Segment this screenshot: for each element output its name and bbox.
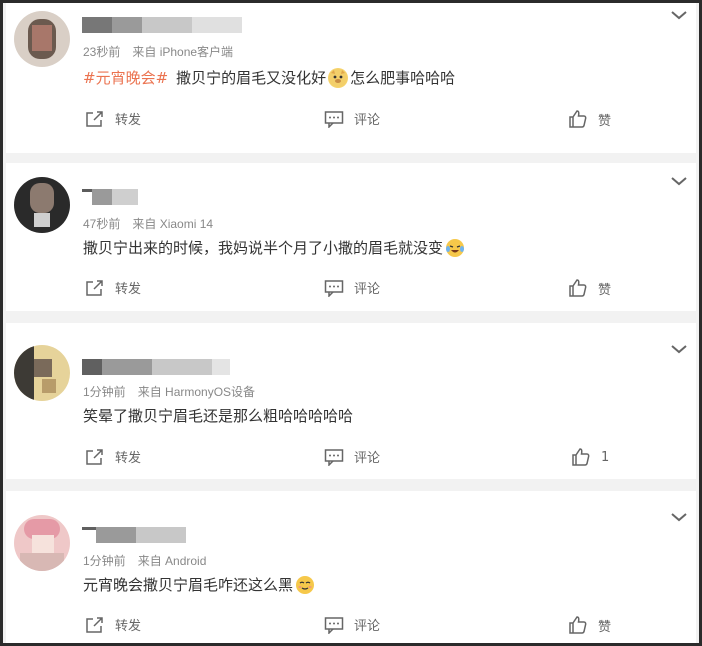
comment-label: 评论: [354, 451, 381, 466]
chevron-down-icon[interactable]: [670, 343, 688, 355]
comment-feed: 23秒前 来自 iPhone客户端 #元宵晚会# 撒贝宁的眉毛又没化好 怎么肥事哈…: [0, 0, 702, 646]
repost-label: 转发: [115, 619, 142, 634]
chevron-down-icon[interactable]: [670, 9, 688, 21]
comment-icon: [324, 448, 344, 466]
comment-meta: 1分钟前 来自 HarmonyOS设备: [83, 383, 255, 400]
comment-label: 评论: [354, 282, 381, 297]
repost-label: 转发: [115, 113, 142, 128]
timestamp: 1分钟前: [83, 554, 126, 568]
comment-text-part: 笑晕了撒贝宁眉毛还是那么粗哈哈哈哈哈: [83, 407, 354, 425]
like-count: 赞: [598, 113, 612, 129]
source: 来自 Xiaomi 14: [132, 217, 214, 231]
comment-icon: [324, 110, 344, 128]
comment-text-part: 怎么肥事哈哈哈: [350, 69, 456, 87]
comment-button[interactable]: 评论: [324, 278, 380, 297]
timestamp: 47秒前: [83, 217, 121, 231]
repost-icon: [86, 448, 103, 465]
comment-card: 1分钟前 来自 Android 元宵晚会撒贝宁眉毛咋还这么黑 转发 评论 赞: [6, 491, 696, 643]
chevron-down-icon[interactable]: [670, 511, 688, 523]
username-blurred[interactable]: [82, 359, 230, 375]
comment-text: 元宵晚会撒贝宁眉毛咋还这么黑: [83, 574, 317, 595]
username-blurred[interactable]: [82, 527, 186, 543]
like-button[interactable]: 赞: [568, 615, 611, 635]
repost-button[interactable]: 转发: [85, 109, 141, 128]
action-bar: 转发 评论 赞: [6, 109, 696, 131]
comment-meta: 23秒前 来自 iPhone客户端: [83, 43, 233, 60]
like-count: 赞: [598, 282, 612, 298]
comment-text: 笑晕了撒贝宁眉毛还是那么粗哈哈哈哈哈: [83, 405, 353, 426]
avatar[interactable]: [14, 11, 70, 67]
comment-meta: 1分钟前 来自 Android: [83, 552, 206, 569]
avatar[interactable]: [14, 515, 70, 571]
timestamp: 1分钟前: [83, 385, 126, 399]
repost-label: 转发: [115, 451, 142, 466]
smirk-emoji-icon: [295, 575, 315, 595]
repost-icon: [86, 279, 103, 296]
comment-text-part: 撒贝宁出来的时候，我妈说半个月了小撒的眉毛就没变: [83, 239, 444, 257]
action-bar: 转发 评论 赞: [6, 615, 696, 637]
comment-button[interactable]: 评论: [324, 447, 380, 466]
chevron-down-icon[interactable]: [670, 175, 688, 187]
comment-button[interactable]: 评论: [324, 109, 380, 128]
action-bar: 转发 评论 赞: [6, 278, 696, 300]
thumbs-up-icon: [569, 110, 587, 128]
comment-card: 47秒前 来自 Xiaomi 14 撒贝宁出来的时候，我妈说半个月了小撒的眉毛就没…: [6, 163, 696, 311]
comment-text-part: 元宵晚会撒贝宁眉毛咋还这么黑: [83, 576, 294, 594]
repost-label: 转发: [115, 282, 142, 297]
comment-text: #元宵晚会# 撒贝宁的眉毛又没化好 怎么肥事哈哈哈: [83, 67, 455, 88]
avatar[interactable]: [14, 345, 70, 401]
topic-link[interactable]: #元宵晚会#: [83, 67, 168, 88]
comment-card: 1分钟前 来自 HarmonyOS设备 笑晕了撒贝宁眉毛还是那么粗哈哈哈哈哈 转发…: [6, 323, 696, 479]
thumbs-up-icon: [569, 279, 587, 297]
doge-emoji-icon: [328, 67, 349, 88]
repost-button[interactable]: 转发: [85, 447, 141, 466]
like-count: 1: [601, 449, 610, 465]
comment-icon: [324, 616, 344, 634]
username-blurred[interactable]: [82, 189, 138, 205]
comment-text-part: 撒贝宁的眉毛又没化好: [176, 69, 327, 87]
comment-text: 撒贝宁出来的时候，我妈说半个月了小撒的眉毛就没变: [83, 237, 467, 258]
comment-label: 评论: [354, 113, 381, 128]
action-bar: 转发 评论 1: [6, 447, 696, 469]
comment-meta: 47秒前 来自 Xiaomi 14: [83, 215, 213, 232]
avatar[interactable]: [14, 177, 70, 233]
like-button[interactable]: 赞: [568, 278, 611, 298]
repost-button[interactable]: 转发: [85, 615, 141, 634]
username-blurred[interactable]: [82, 17, 242, 33]
comment-button[interactable]: 评论: [324, 615, 380, 634]
repost-button[interactable]: 转发: [85, 278, 141, 297]
source: 来自 HarmonyOS设备: [137, 385, 256, 399]
comment-label: 评论: [354, 619, 381, 634]
laughing-tears-emoji-icon: [445, 238, 465, 258]
thumbs-up-icon: [572, 448, 590, 466]
repost-icon: [86, 616, 103, 633]
like-button[interactable]: 赞: [568, 109, 611, 129]
comment-card: 23秒前 来自 iPhone客户端 #元宵晚会# 撒贝宁的眉毛又没化好 怎么肥事哈…: [6, 3, 696, 153]
source: 来自 Android: [137, 554, 207, 568]
like-button[interactable]: 1: [571, 447, 609, 467]
repost-icon: [86, 110, 103, 127]
like-count: 赞: [598, 619, 612, 635]
comment-icon: [324, 279, 344, 297]
timestamp: 23秒前: [83, 45, 121, 59]
thumbs-up-icon: [569, 616, 587, 634]
source: 来自 iPhone客户端: [132, 45, 234, 59]
